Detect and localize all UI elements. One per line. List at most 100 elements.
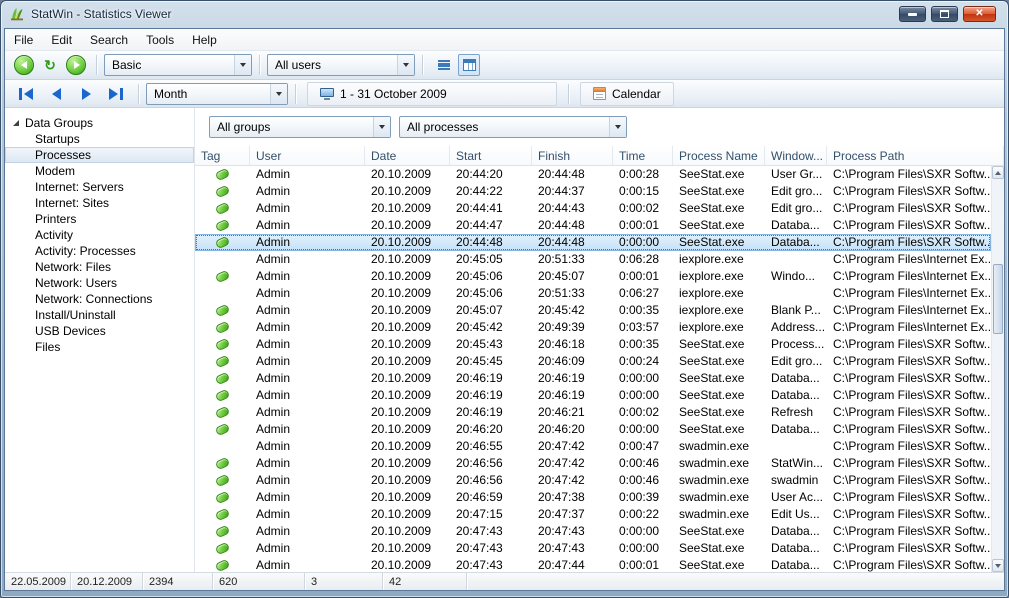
column-header-proc[interactable]: Process Name <box>673 146 765 165</box>
groups-filter-dropdown[interactable]: All groups <box>209 116 391 138</box>
tag-icon[interactable] <box>215 559 231 572</box>
table-row[interactable]: Admin 20.10.2009 20:47:43 20:47:43 0:00:… <box>195 523 991 540</box>
table-row[interactable]: Admin 20.10.2009 20:44:48 20:44:48 0:00:… <box>195 234 991 251</box>
cell-finish: 20:49:39 <box>532 319 613 336</box>
column-header-start[interactable]: Start <box>450 146 532 165</box>
next-period-button[interactable] <box>73 82 99 106</box>
menu-item-help[interactable]: Help <box>183 29 226 50</box>
back-button[interactable] <box>14 55 34 75</box>
processes-filter-dropdown[interactable]: All processes <box>399 116 627 138</box>
tag-icon[interactable] <box>215 389 231 403</box>
table-row[interactable]: Admin 20.10.2009 20:47:43 20:47:44 0:00:… <box>195 557 991 572</box>
tag-icon[interactable] <box>215 321 231 335</box>
tree-item-network-users[interactable]: Network: Users <box>5 275 194 291</box>
tag-icon[interactable] <box>215 372 231 386</box>
table-row[interactable]: Admin 20.10.2009 20:45:07 20:45:42 0:00:… <box>195 302 991 319</box>
table-row[interactable]: Admin 20.10.2009 20:46:20 20:46:20 0:00:… <box>195 421 991 438</box>
tree-item-network-files[interactable]: Network: Files <box>5 259 194 275</box>
tree-expander-icon[interactable] <box>13 120 19 126</box>
tree-item-processes[interactable]: Processes <box>5 147 194 163</box>
table-row[interactable]: Admin 20.10.2009 20:45:06 20:51:33 0:06:… <box>195 285 991 302</box>
close-button[interactable]: ✕ <box>963 6 996 22</box>
scroll-down-button[interactable] <box>992 559 1004 572</box>
tree-item-startups[interactable]: Startups <box>5 131 194 147</box>
tag-icon[interactable] <box>215 423 231 437</box>
maximize-button[interactable] <box>931 6 958 22</box>
tag-icon[interactable] <box>215 185 231 199</box>
previous-period-button[interactable] <box>43 82 69 106</box>
tag-icon[interactable] <box>215 219 231 233</box>
tag-icon[interactable] <box>215 525 231 539</box>
tag-icon[interactable] <box>215 474 231 488</box>
tag-icon[interactable] <box>215 168 231 182</box>
table-row[interactable]: Admin 20.10.2009 20:44:20 20:44:48 0:00:… <box>195 166 991 183</box>
tree-item-activity[interactable]: Activity <box>5 227 194 243</box>
table-row[interactable]: Admin 20.10.2009 20:47:15 20:47:37 0:00:… <box>195 506 991 523</box>
column-header-win[interactable]: Window... <box>765 146 827 165</box>
scrollbar-thumb[interactable] <box>993 264 1003 334</box>
tree-root-data-groups[interactable]: Data Groups <box>5 114 194 131</box>
column-header-finish[interactable]: Finish <box>532 146 613 165</box>
tag-icon[interactable] <box>215 406 231 420</box>
main-toolbar: ↻ Basic All users <box>5 51 1004 80</box>
calendar-button[interactable]: Calendar <box>580 82 674 106</box>
column-header-user[interactable]: User <box>250 146 365 165</box>
column-header-path[interactable]: Process Path <box>827 146 1004 165</box>
tree-item-internet-servers[interactable]: Internet: Servers <box>5 179 194 195</box>
date-range-display[interactable]: 1 - 31 October 2009 <box>307 82 557 106</box>
tag-icon[interactable] <box>215 457 231 471</box>
tree-item-printers[interactable]: Printers <box>5 211 194 227</box>
tree-item-activity-processes[interactable]: Activity: Processes <box>5 243 194 259</box>
menu-item-edit[interactable]: Edit <box>42 29 81 50</box>
table-row[interactable]: Admin 20.10.2009 20:45:05 20:51:33 0:06:… <box>195 251 991 268</box>
table-row[interactable]: Admin 20.10.2009 20:45:06 20:45:07 0:00:… <box>195 268 991 285</box>
menu-item-search[interactable]: Search <box>81 29 137 50</box>
report-view-button[interactable] <box>433 54 455 76</box>
tag-icon[interactable] <box>215 491 231 505</box>
table-row[interactable]: Admin 20.10.2009 20:45:42 20:49:39 0:03:… <box>195 319 991 336</box>
profile-dropdown[interactable]: Basic <box>104 54 252 76</box>
column-header-time[interactable]: Time <box>613 146 673 165</box>
minimize-button[interactable] <box>899 6 926 22</box>
table-row[interactable]: Admin 20.10.2009 20:46:56 20:47:42 0:00:… <box>195 455 991 472</box>
menu-item-file[interactable]: File <box>5 29 42 50</box>
column-header-date[interactable]: Date <box>365 146 450 165</box>
first-period-button[interactable] <box>13 82 39 106</box>
last-period-button[interactable] <box>103 82 129 106</box>
table-row[interactable]: Admin 20.10.2009 20:46:19 20:46:21 0:00:… <box>195 404 991 421</box>
table-row[interactable]: Admin 20.10.2009 20:46:55 20:47:42 0:00:… <box>195 438 991 455</box>
tag-icon[interactable] <box>215 236 231 250</box>
tree-item-network-connections[interactable]: Network: Connections <box>5 291 194 307</box>
tree-item-modem[interactable]: Modem <box>5 163 194 179</box>
tag-icon[interactable] <box>215 355 231 369</box>
table-row[interactable]: Admin 20.10.2009 20:44:47 20:44:48 0:00:… <box>195 217 991 234</box>
table-view-button[interactable] <box>458 54 480 76</box>
tree-item-install-uninstall[interactable]: Install/Uninstall <box>5 307 194 323</box>
tag-icon[interactable] <box>215 202 231 216</box>
table-row[interactable]: Admin 20.10.2009 20:45:43 20:46:18 0:00:… <box>195 336 991 353</box>
refresh-button[interactable]: ↻ <box>40 55 60 75</box>
scroll-up-button[interactable] <box>992 166 1004 179</box>
table-row[interactable]: Admin 20.10.2009 20:46:19 20:46:19 0:00:… <box>195 370 991 387</box>
tag-icon[interactable] <box>215 270 231 284</box>
tag-icon[interactable] <box>215 542 231 556</box>
tag-icon[interactable] <box>215 338 231 352</box>
tree-item-internet-sites[interactable]: Internet: Sites <box>5 195 194 211</box>
tree-item-files[interactable]: Files <box>5 339 194 355</box>
forward-button[interactable] <box>66 55 86 75</box>
tag-icon[interactable] <box>215 304 231 318</box>
menu-item-tools[interactable]: Tools <box>137 29 183 50</box>
tag-icon[interactable] <box>215 508 231 522</box>
table-row[interactable]: Admin 20.10.2009 20:45:45 20:46:09 0:00:… <box>195 353 991 370</box>
column-header-tag[interactable]: Tag <box>195 146 250 165</box>
period-dropdown[interactable]: Month <box>146 83 288 105</box>
table-row[interactable]: Admin 20.10.2009 20:47:43 20:47:43 0:00:… <box>195 540 991 557</box>
table-row[interactable]: Admin 20.10.2009 20:46:59 20:47:38 0:00:… <box>195 489 991 506</box>
table-row[interactable]: Admin 20.10.2009 20:46:56 20:47:42 0:00:… <box>195 472 991 489</box>
table-row[interactable]: Admin 20.10.2009 20:44:22 20:44:37 0:00:… <box>195 183 991 200</box>
table-row[interactable]: Admin 20.10.2009 20:44:41 20:44:43 0:00:… <box>195 200 991 217</box>
table-row[interactable]: Admin 20.10.2009 20:46:19 20:46:19 0:00:… <box>195 387 991 404</box>
tree-item-usb-devices[interactable]: USB Devices <box>5 323 194 339</box>
users-dropdown[interactable]: All users <box>267 54 415 76</box>
vertical-scrollbar[interactable] <box>991 166 1004 572</box>
